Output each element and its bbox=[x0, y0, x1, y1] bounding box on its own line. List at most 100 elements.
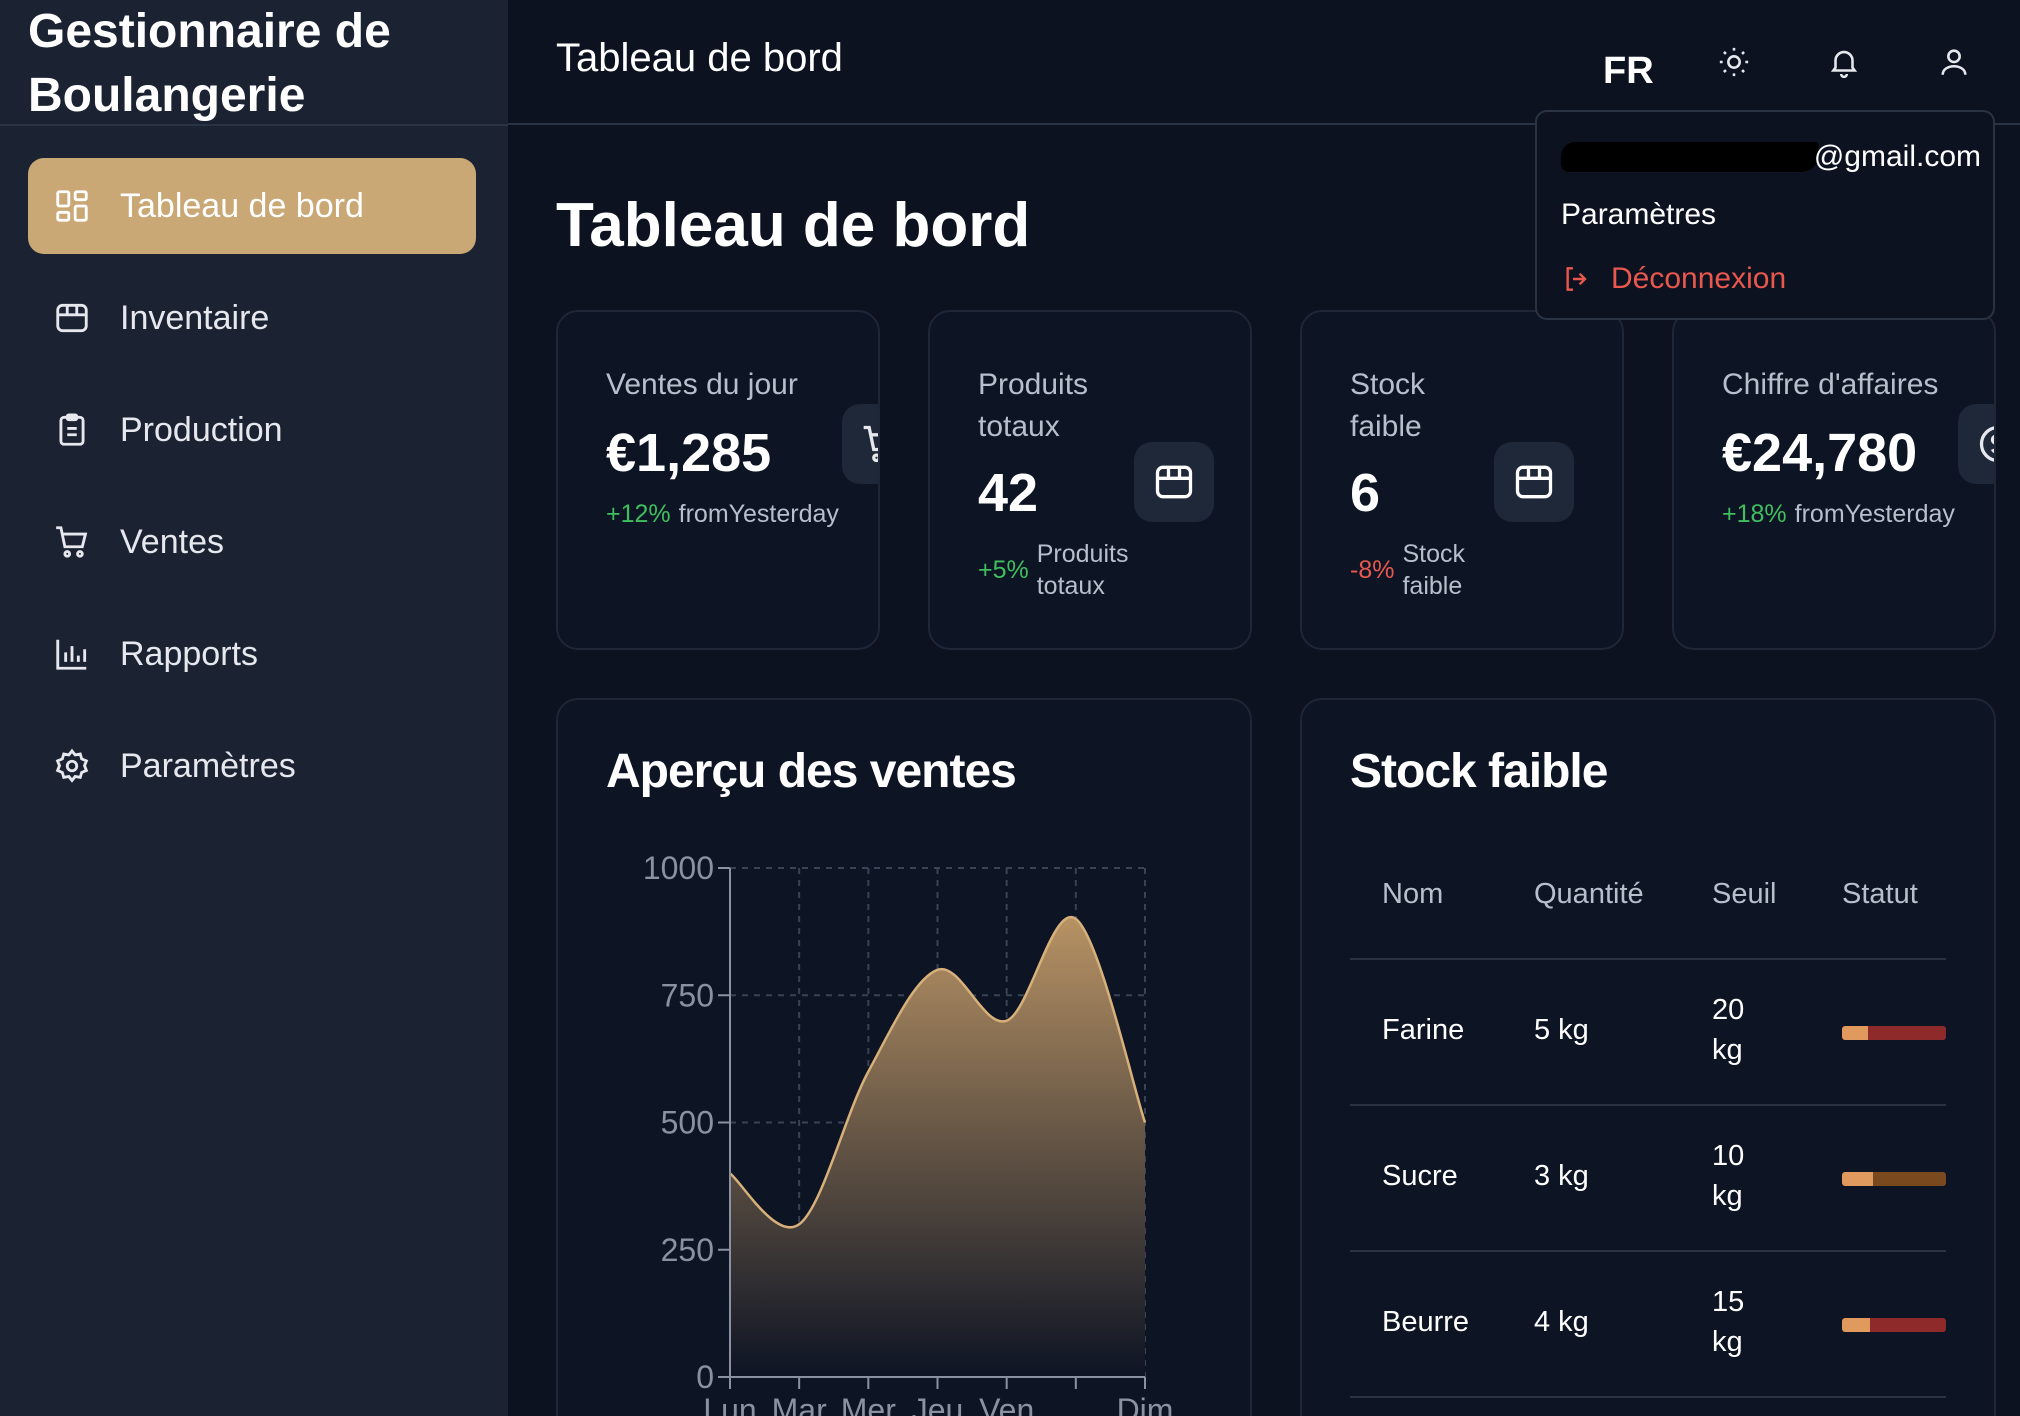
column-header-quantity[interactable]: Quantité bbox=[1534, 878, 1644, 911]
stat-label: Ventes du jour bbox=[606, 368, 798, 401]
stat-change: +12% fromYesterday bbox=[606, 498, 839, 530]
chart-x-tick-label: Jeu bbox=[912, 1392, 964, 1416]
gear-icon bbox=[52, 746, 92, 786]
column-header-name[interactable]: Nom bbox=[1382, 878, 1443, 911]
cell-name: Farine bbox=[1382, 1014, 1465, 1046]
clipboard-icon bbox=[52, 410, 92, 450]
cell-threshold-unit: kg bbox=[1712, 1326, 1743, 1358]
cell-name: Sucre bbox=[1382, 1160, 1458, 1192]
chart-y-tick-label: 0 bbox=[696, 1359, 714, 1395]
shopping-cart-icon bbox=[842, 404, 878, 484]
stat-change-value: +18% bbox=[1722, 500, 1787, 528]
top-header: Tableau de bord FR bbox=[508, 0, 2020, 125]
stat-card-daily-sales: Ventes du jour €1,285 +12% fromYesterday bbox=[556, 310, 880, 650]
stat-value: €24,780 bbox=[1722, 423, 1918, 483]
stat-change-note: Stock faible bbox=[1402, 540, 1465, 600]
status-bar bbox=[1842, 1172, 1946, 1186]
package-icon bbox=[1494, 442, 1574, 522]
stat-card-total-products: Produits totaux 42 +5% Produits totaux bbox=[928, 310, 1252, 650]
sidebar-item-label: Rapports bbox=[120, 634, 258, 673]
stat-change: -8% Stock faible bbox=[1350, 538, 1482, 602]
sidebar-item-settings[interactable]: Paramètres bbox=[28, 718, 476, 814]
logout-label: Déconnexion bbox=[1611, 262, 1787, 295]
cell-threshold: 15 bbox=[1712, 1286, 1745, 1318]
shopping-cart-icon bbox=[52, 522, 92, 562]
page-title: Tableau de bord bbox=[556, 191, 1031, 260]
sidebar-item-label: Production bbox=[120, 410, 283, 449]
email-domain: @gmail.com bbox=[1813, 140, 1981, 173]
chart-x-tick-label: Mer bbox=[841, 1392, 896, 1416]
chart-y-tick-label: 250 bbox=[661, 1232, 714, 1268]
package-icon bbox=[1134, 442, 1214, 522]
user-menu-dropdown: @gmail.com Paramètres Déconnexion bbox=[1535, 110, 1995, 320]
sales-overview-card: Aperçu des ventes 0 250 500 750 1000 Lun Mar Me… bbox=[556, 698, 1252, 1416]
menu-settings[interactable]: Paramètres bbox=[1561, 198, 1716, 232]
table-header: Nom Quantité Seuil Statut bbox=[1350, 840, 1946, 960]
chart-x-tick-label: Ven bbox=[979, 1392, 1034, 1416]
sidebar-item-sales[interactable]: Ventes bbox=[28, 494, 476, 590]
stat-label: Stock faible bbox=[1350, 368, 1426, 443]
chart-y-tick-label: 500 bbox=[661, 1105, 714, 1141]
cell-quantity: 5 kg bbox=[1534, 1014, 1589, 1046]
user-email: @gmail.com bbox=[1561, 134, 1981, 178]
inventory-box-icon bbox=[52, 298, 92, 338]
stat-card-revenue: Chiffre d'affaires €24,780 +18% fromYest… bbox=[1672, 310, 1996, 650]
sidebar-item-production[interactable]: Production bbox=[28, 382, 476, 478]
bell-icon[interactable] bbox=[1822, 40, 1866, 84]
column-header-status[interactable]: Statut bbox=[1842, 878, 1918, 911]
app-brand: Gestionnaire de Boulangerie bbox=[28, 5, 391, 122]
stat-value: €1,285 bbox=[606, 423, 772, 483]
status-bar-fill bbox=[1842, 1318, 1871, 1332]
logout-icon bbox=[1566, 267, 1587, 291]
chart-x-tick-label: Mar bbox=[772, 1392, 827, 1416]
language-switch[interactable]: FR bbox=[1603, 50, 1654, 93]
header-title: Tableau de bord bbox=[556, 36, 843, 80]
chart-x-tick-label: Lun bbox=[703, 1392, 756, 1416]
sidebar-item-inventory[interactable]: Inventaire bbox=[28, 270, 476, 366]
sidebar-item-label: Paramètres bbox=[120, 746, 296, 785]
sidebar-divider bbox=[0, 124, 508, 126]
stat-change-value: +5% bbox=[978, 556, 1029, 584]
sidebar-item-reports[interactable]: Rapports bbox=[28, 606, 476, 702]
chart-area-fill bbox=[730, 917, 1145, 1377]
user-icon[interactable] bbox=[1932, 40, 1976, 84]
section-title: Stock faible bbox=[1350, 745, 1608, 798]
sun-icon[interactable] bbox=[1712, 40, 1756, 84]
table-row[interactable]: Beurre 4 kg 15 kg bbox=[1350, 1252, 1946, 1398]
low-stock-table: Nom Quantité Seuil Statut Farine 5 kg 20… bbox=[1350, 840, 1946, 1398]
stat-change-value: -8% bbox=[1350, 556, 1395, 584]
stat-value: 42 bbox=[978, 463, 1039, 523]
column-header-threshold[interactable]: Seuil bbox=[1712, 878, 1777, 911]
redacted-email-prefix bbox=[1561, 142, 1819, 172]
sidebar-item-label: Ventes bbox=[120, 522, 224, 561]
table-row[interactable]: Sucre 3 kg 10 kg bbox=[1350, 1106, 1946, 1252]
stat-value: 6 bbox=[1350, 463, 1381, 523]
chart-y-tick-label: 1000 bbox=[643, 850, 714, 886]
status-bar bbox=[1842, 1026, 1946, 1040]
low-stock-card: Stock faible Nom Quantité Seuil Statut F… bbox=[1300, 698, 1996, 1416]
dashboard-icon bbox=[52, 186, 92, 226]
menu-logout[interactable]: Déconnexion bbox=[1561, 262, 1786, 296]
status-bar-fill bbox=[1842, 1172, 1874, 1186]
sidebar-item-dashboard[interactable]: Tableau de bord bbox=[28, 158, 476, 254]
stat-change: +18% fromYesterday bbox=[1722, 498, 1955, 530]
sales-area-chart: 0 250 500 750 1000 Lun Mar Mer Jeu Ven Dim bbox=[643, 850, 1174, 1416]
stat-label: Produits totaux bbox=[978, 368, 1089, 443]
table-row[interactable]: Farine 5 kg 20 kg bbox=[1350, 960, 1946, 1106]
stat-label: Chiffre d'affaires bbox=[1722, 368, 1939, 401]
sidebar: Gestionnaire de Boulangerie Tableau de b… bbox=[0, 0, 508, 1416]
chart-y-tick-label: 750 bbox=[661, 977, 714, 1013]
cell-quantity: 3 kg bbox=[1534, 1160, 1589, 1192]
cell-threshold: 10 bbox=[1712, 1140, 1745, 1172]
cell-threshold-unit: kg bbox=[1712, 1034, 1743, 1066]
cell-threshold: 20 bbox=[1712, 994, 1745, 1026]
chart-x-tick-label: Dim bbox=[1117, 1392, 1174, 1416]
cell-name: Beurre bbox=[1382, 1306, 1470, 1338]
stat-change-note: fromYesterday bbox=[1794, 500, 1955, 528]
status-bar-fill bbox=[1842, 1026, 1868, 1040]
stat-card-low-stock: Stock faible 6 -8% Stock faible bbox=[1300, 310, 1624, 650]
cell-quantity: 4 kg bbox=[1534, 1306, 1589, 1338]
sidebar-item-label: Inventaire bbox=[120, 298, 270, 337]
sidebar-nav: Tableau de bord Inventaire Production Ve… bbox=[28, 158, 476, 830]
sidebar-item-label: Tableau de bord bbox=[120, 186, 364, 225]
